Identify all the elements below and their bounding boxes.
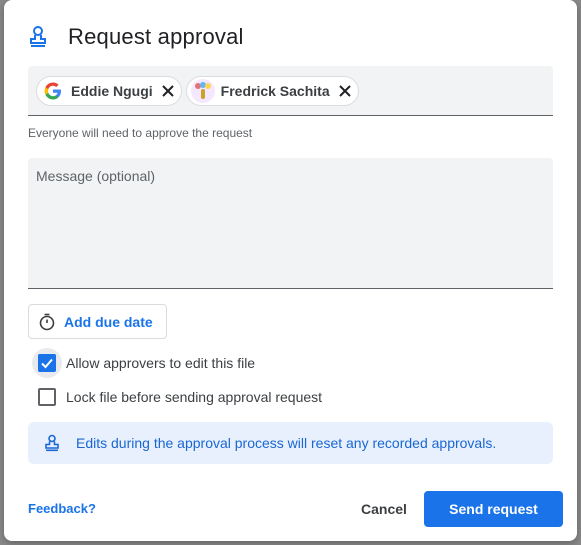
feedback-link[interactable]: Feedback?: [28, 501, 96, 516]
timer-icon: [39, 313, 55, 330]
send-request-button[interactable]: Send request: [424, 491, 563, 527]
user-avatar-icon: [190, 78, 215, 103]
add-due-date-button[interactable]: Add due date: [28, 304, 167, 339]
recipient-name: Fredrick Sachita: [220, 82, 330, 99]
message-placeholder: Message (optional): [36, 168, 156, 184]
cancel-button[interactable]: Cancel: [361, 501, 407, 517]
checkbox-halo: [32, 348, 62, 378]
dialog-title: Request approval: [68, 24, 244, 49]
approval-stamp-icon: [45, 434, 59, 452]
dialog-header: Request approval: [28, 24, 244, 50]
remove-recipient-icon[interactable]: [338, 84, 352, 98]
allow-edit-option[interactable]: Allow approvers to edit this file: [32, 348, 255, 378]
recipient-chip[interactable]: Fredrick Sachita: [185, 75, 359, 106]
info-banner: Edits during the approval process will r…: [28, 422, 553, 464]
message-field[interactable]: Message (optional): [28, 158, 553, 289]
request-approval-dialog: Request approval Eddie Ngugi Fredrick Sa…: [4, 0, 577, 541]
lock-file-option[interactable]: Lock file before sending approval reques…: [32, 382, 322, 412]
allow-edit-label: Allow approvers to edit this file: [66, 355, 256, 371]
google-g-icon: [41, 78, 65, 103]
approval-stamp-icon: [30, 26, 46, 47]
recipients-helper-text: Everyone will need to approve the reques…: [28, 126, 253, 140]
lock-file-label: Lock file before sending approval reques…: [66, 389, 323, 405]
lock-file-checkbox[interactable]: [38, 388, 56, 406]
add-due-date-label: Add due date: [64, 313, 153, 330]
info-text: Edits during the approval process will r…: [76, 435, 497, 451]
recipients-field[interactable]: Eddie Ngugi Fredrick Sachita: [28, 66, 553, 116]
allow-edit-checkbox[interactable]: [38, 354, 56, 372]
checkbox-halo: [32, 382, 62, 412]
remove-recipient-icon[interactable]: [161, 84, 175, 98]
recipient-chip[interactable]: Eddie Ngugi: [36, 75, 182, 106]
recipient-name: Eddie Ngugi: [71, 82, 153, 99]
